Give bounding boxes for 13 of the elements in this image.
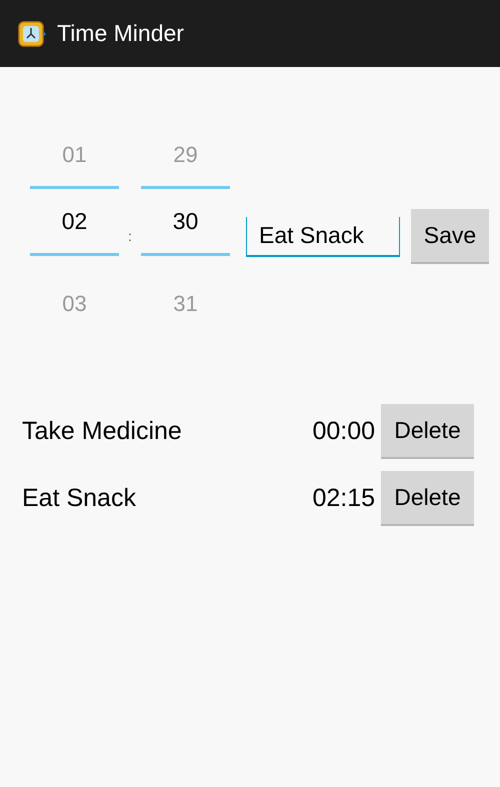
delete-button[interactable]: Delete [381, 471, 474, 526]
app-title: Time Minder [57, 19, 184, 48]
reminder-time: 02:15 [312, 482, 375, 514]
reminder-name: Eat Snack [22, 482, 137, 514]
picker-value[interactable]: 30 [172, 204, 198, 238]
time-separator: : [127, 227, 133, 246]
delete-button[interactable]: Delete [381, 404, 474, 459]
clock-icon [17, 18, 47, 48]
picker-value[interactable]: 02 [62, 204, 88, 238]
reminder-time: 00:00 [312, 416, 375, 447]
save-button[interactable]: Save [411, 209, 489, 264]
reminder-name: Take Medicine [22, 416, 183, 447]
text-field[interactable]: Eat Snack [246, 216, 400, 256]
